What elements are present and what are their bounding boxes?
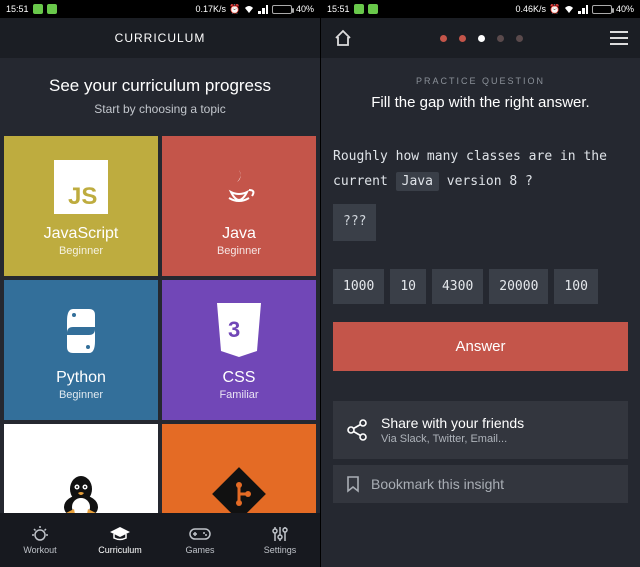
tile-java[interactable]: Java Beginner: [162, 136, 316, 276]
tile-name: JavaScript: [44, 225, 119, 243]
hero-sub: Start by choosing a topic: [12, 102, 308, 116]
bookmark-card[interactable]: Bookmark this insight: [333, 465, 628, 503]
screen-practice: 15:51 0.46K/s ⏰ 40%: [320, 0, 640, 567]
python-icon: [49, 299, 113, 363]
dot: [459, 35, 466, 42]
status-bar: 15:51 0.17K/s ⏰ 40%: [0, 0, 320, 18]
choice-chip[interactable]: 1000: [333, 269, 384, 304]
tile-javascript[interactable]: JS JavaScript Beginner: [4, 136, 158, 276]
question-header: PRACTICE QUESTION Fill the gap with the …: [321, 58, 640, 121]
js-icon: JS: [49, 155, 113, 219]
status-bar: 15:51 0.46K/s ⏰ 40%: [321, 0, 640, 18]
svg-text:3: 3: [228, 317, 240, 342]
hero-heading: See your curriculum progress: [12, 76, 308, 96]
wifi-icon: [564, 4, 574, 14]
bookmark-label: Bookmark this insight: [371, 476, 504, 492]
graduation-icon: [109, 525, 131, 543]
share-sub: Via Slack, Twitter, Email...: [381, 433, 524, 445]
bulb-icon: [29, 525, 51, 543]
alarm-icon: ⏰: [550, 4, 560, 14]
status-app-icon: [47, 4, 57, 14]
status-app-icon: [368, 4, 378, 14]
tile-level: Beginner: [59, 389, 103, 401]
status-battery: 40%: [296, 4, 314, 14]
choice-chip[interactable]: 20000: [489, 269, 548, 304]
dot: [516, 35, 523, 42]
gamepad-icon: [189, 525, 211, 543]
nav-games[interactable]: Games: [160, 513, 240, 567]
nav-curriculum[interactable]: Curriculum: [80, 513, 160, 567]
code-token: Java: [396, 172, 439, 191]
tile-level: Beginner: [59, 245, 103, 257]
nav-label: Curriculum: [98, 545, 142, 555]
status-net: 0.46K/s: [515, 4, 546, 14]
top-bar: [321, 18, 640, 58]
choice-chip[interactable]: 10: [390, 269, 426, 304]
java-icon: [207, 155, 271, 219]
screen-curriculum: 15:51 0.17K/s ⏰ 40% CURRICULUM See your …: [0, 0, 320, 567]
nav-settings[interactable]: Settings: [240, 513, 320, 567]
status-time: 15:51: [6, 4, 29, 14]
page-title: CURRICULUM: [0, 18, 320, 58]
css-icon: 3: [207, 299, 271, 363]
wifi-icon: [244, 4, 254, 14]
svg-text:JS: JS: [68, 183, 97, 210]
bookmark-icon: [345, 475, 361, 493]
alarm-icon: ⏰: [230, 4, 240, 14]
battery-icon: [592, 5, 612, 14]
bottom-nav: Workout Curriculum Games Settings: [0, 513, 320, 567]
question-text: version 8 ?: [439, 174, 533, 189]
battery-icon: [272, 5, 292, 14]
title-text: CURRICULUM: [115, 31, 206, 45]
topic-grid: JS JavaScript Beginner Java Beginner Pyt…: [0, 136, 320, 567]
answer-blank[interactable]: ???: [333, 204, 376, 241]
answer-button[interactable]: Answer: [333, 322, 628, 371]
dot: [440, 35, 447, 42]
menu-icon[interactable]: [610, 31, 628, 45]
choice-chip[interactable]: 100: [554, 269, 597, 304]
tile-level: Beginner: [217, 245, 261, 257]
choice-row: 1000 10 4300 20000 100: [333, 269, 628, 304]
nav-label: Workout: [23, 545, 56, 555]
nav-label: Settings: [264, 545, 297, 555]
tile-css[interactable]: 3 CSS Familiar: [162, 280, 316, 420]
practice-label: PRACTICE QUESTION: [337, 76, 624, 86]
tile-level: Familiar: [219, 389, 258, 401]
share-card[interactable]: Share with your friends Via Slack, Twitt…: [333, 401, 628, 459]
progress-dots: [440, 35, 523, 42]
hero: See your curriculum progress Start by ch…: [0, 58, 320, 136]
dot-current: [478, 35, 485, 42]
tile-name: Python: [56, 369, 106, 387]
signal-icon: [258, 4, 268, 14]
share-icon: [345, 418, 369, 442]
sliders-icon: [269, 525, 291, 543]
status-net: 0.17K/s: [195, 4, 226, 14]
prompt-text: Fill the gap with the right answer.: [337, 94, 624, 111]
status-battery: 40%: [616, 4, 634, 14]
tile-name: CSS: [223, 369, 256, 387]
tile-python[interactable]: Python Beginner: [4, 280, 158, 420]
status-time: 15:51: [327, 4, 350, 14]
nav-workout[interactable]: Workout: [0, 513, 80, 567]
status-app-icon: [354, 4, 364, 14]
choice-chip[interactable]: 4300: [432, 269, 483, 304]
home-icon[interactable]: [333, 28, 353, 48]
signal-icon: [578, 4, 588, 14]
question-body: Roughly how many classes are in the curr…: [333, 145, 628, 241]
nav-label: Games: [185, 545, 214, 555]
tile-name: Java: [222, 225, 256, 243]
share-title: Share with your friends: [381, 415, 524, 431]
status-app-icon: [33, 4, 43, 14]
dot: [497, 35, 504, 42]
